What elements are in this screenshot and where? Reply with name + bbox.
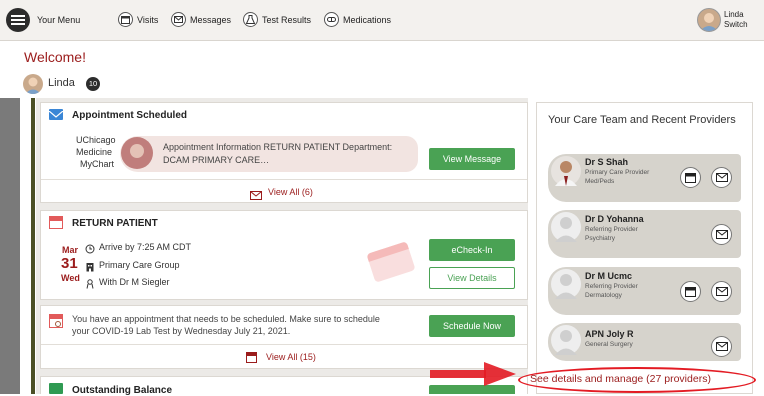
message-preview-line: DCAM PRIMARY CARE… (163, 155, 270, 165)
provider-photo (551, 269, 581, 299)
echeck-in-button[interactable]: eCheck-In (429, 239, 515, 261)
menu-icon[interactable] (6, 8, 30, 32)
nav-visits[interactable]: Visits (137, 15, 158, 25)
provider-department: Psychiatry (585, 235, 615, 242)
left-gutter (0, 98, 20, 394)
envelope-icon[interactable] (171, 12, 186, 27)
annotation-arrow-icon (430, 362, 516, 386)
visit-title: RETURN PATIENT (72, 218, 158, 229)
provider-department: Med/Peds (585, 178, 615, 185)
send-message-button[interactable] (711, 281, 732, 302)
nav-messages[interactable]: Messages (190, 15, 231, 25)
nav-medications[interactable]: Medications (343, 15, 391, 25)
flask-icon[interactable] (243, 12, 258, 27)
building-icon (85, 259, 95, 277)
welcome-title: Welcome! (24, 49, 86, 65)
provider-role: Referring Provider (585, 283, 638, 290)
schedule-message-line: your COVID-19 Lab Test by Wednesday July… (72, 326, 291, 336)
user-name: Linda (724, 10, 744, 19)
your-menu-label[interactable]: Your Menu (37, 15, 80, 25)
provider-icon (85, 276, 95, 294)
arrival-time: Arrive by 7:25 AM CDT (99, 242, 192, 252)
sender-name: MyChart (80, 159, 115, 169)
schedule-appointment-button[interactable] (680, 167, 701, 188)
nav-test-results[interactable]: Test Results (262, 15, 311, 25)
patient-name[interactable]: Linda (48, 77, 75, 89)
provider-department: General Surgery (585, 341, 633, 348)
clock-icon (85, 241, 95, 259)
send-message-button[interactable] (711, 167, 732, 188)
provider-name: APN Joly R (585, 329, 634, 339)
pill-icon[interactable] (324, 12, 339, 27)
provider-photo (551, 212, 581, 242)
patient-avatar[interactable] (23, 74, 43, 94)
notification-count-badge: 10 (86, 77, 100, 91)
balance-action-button[interactable] (429, 385, 515, 394)
provider-role: Referring Provider (585, 226, 638, 233)
visit-provider: With Dr M Siegler (99, 277, 170, 287)
user-avatar[interactable] (697, 8, 721, 32)
calendar-icon[interactable] (118, 12, 133, 27)
view-all-messages-link[interactable]: View All (6) (268, 187, 313, 197)
provider-name: Dr M Ucmc (585, 271, 633, 281)
envelope-icon (48, 109, 64, 120)
envelope-icon (250, 187, 262, 205)
switch-account-link[interactable]: Switch (724, 20, 748, 29)
view-details-button[interactable]: View Details (429, 267, 515, 289)
money-icon (49, 383, 63, 394)
divider (41, 179, 527, 180)
send-message-button[interactable] (711, 336, 732, 357)
annotation-highlight-oval (518, 367, 756, 393)
provider-name: Dr D Yohanna (585, 214, 644, 224)
calendar-clock-icon (49, 314, 63, 328)
visit-day: 31 (61, 255, 78, 272)
visit-location: Primary Care Group (99, 260, 180, 270)
sender-avatar (121, 137, 153, 169)
timeline-bar (31, 98, 35, 394)
provider-photo (551, 325, 581, 355)
provider-department: Dermatology (585, 292, 622, 299)
visit-month: Mar (62, 245, 79, 255)
provider-role: Primary Care Provider (585, 169, 650, 176)
schedule-appointment-button[interactable] (680, 281, 701, 302)
calendar-icon (49, 216, 63, 229)
visit-weekday: Wed (61, 273, 80, 283)
card-title: Outstanding Balance (72, 385, 173, 396)
schedule-message-line: You have an appointment that needs to be… (72, 314, 380, 324)
card-title: Appointment Scheduled (72, 110, 187, 121)
schedule-now-button[interactable]: Schedule Now (429, 315, 515, 337)
sender-name: Medicine (76, 147, 113, 157)
view-all-tasks-link[interactable]: View All (15) (266, 352, 316, 362)
sender-name: UChicago (76, 135, 116, 145)
send-message-button[interactable] (711, 224, 732, 245)
calendar-icon (246, 352, 257, 363)
message-preview-line: Appointment Information RETURN PATIENT D… (163, 142, 393, 152)
provider-name: Dr S Shah (585, 157, 629, 167)
care-team-title: Your Care Team and Recent Providers (548, 114, 736, 126)
provider-photo (551, 156, 581, 186)
view-message-button[interactable]: View Message (429, 148, 515, 170)
divider (41, 344, 527, 345)
top-navigation-bar: Your Menu Visits Messages Test Results M… (0, 0, 764, 41)
